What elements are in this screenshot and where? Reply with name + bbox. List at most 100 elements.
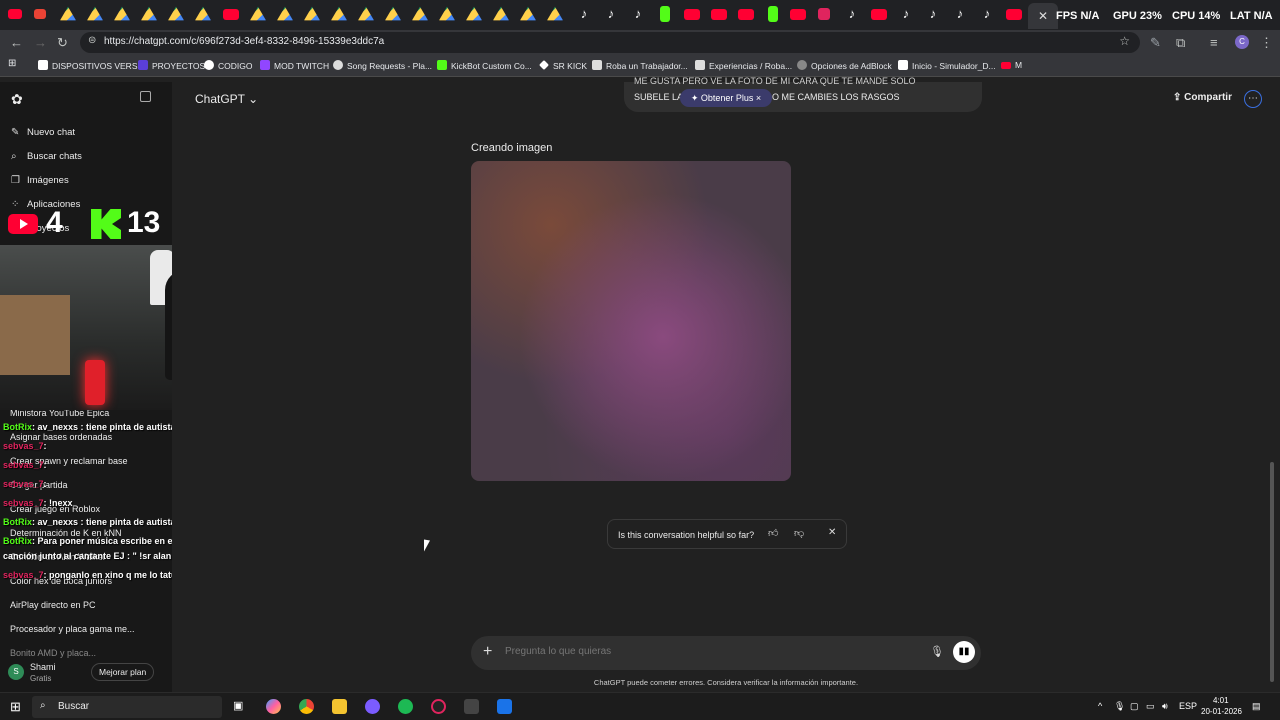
tiktok-tab-icon[interactable]: ♪ xyxy=(844,6,860,22)
more-options-icon[interactable]: ⋯ xyxy=(1244,90,1262,108)
bookmark-item[interactable]: SR KICK xyxy=(539,60,587,71)
file-explorer-icon[interactable] xyxy=(332,699,347,714)
bookmark-item[interactable]: DISPOSITIVOS VERSE xyxy=(38,60,143,71)
volume-icon[interactable]: 🔊︎ xyxy=(1162,701,1168,712)
drive-tab-icon[interactable] xyxy=(412,6,428,21)
drive-tab-icon[interactable] xyxy=(87,6,103,21)
davinci-icon[interactable] xyxy=(431,699,446,714)
bookmark-item[interactable]: Song Requests - Pla... xyxy=(333,60,432,71)
chat-history-item[interactable]: AirPlay directo en PC xyxy=(10,600,96,610)
youtube-tab-icon[interactable] xyxy=(684,9,700,20)
drive-tab-icon[interactable] xyxy=(466,6,482,21)
drive-tab-icon[interactable] xyxy=(168,6,184,21)
bookmark-item[interactable]: Inicio - Simulador_D... xyxy=(898,60,996,71)
site-info-icon[interactable]: ⊜ xyxy=(88,35,96,46)
notifications-icon[interactable]: ▤ xyxy=(1252,701,1261,712)
bookmark-item[interactable]: Experiencias / Roba... xyxy=(695,60,792,71)
get-plus-button[interactable]: ✦ Obtener Plus × xyxy=(680,89,772,107)
spotify-icon[interactable] xyxy=(398,699,413,714)
task-view-icon[interactable]: ▣ xyxy=(233,699,248,714)
gmail-tab-icon[interactable] xyxy=(34,9,46,19)
microphone-icon[interactable]: 🎙︎ xyxy=(930,645,944,658)
network-icon[interactable]: ▭ xyxy=(1146,701,1155,712)
tiktok-tab-icon[interactable]: ♪ xyxy=(576,6,592,22)
avatar[interactable]: S xyxy=(8,664,24,680)
new-chat-button[interactable]: ✎ Nuevo chat xyxy=(11,127,75,138)
bookmark-star-icon[interactable]: ☆ xyxy=(1119,34,1130,48)
bookmark-item[interactable]: M xyxy=(1001,60,1022,70)
forward-icon[interactable]: → xyxy=(34,35,47,50)
close-icon[interactable]: × xyxy=(756,93,761,103)
reading-list-icon[interactable]: ≡ xyxy=(1210,35,1218,50)
clock-time[interactable]: 4:01 xyxy=(1213,696,1229,705)
menu-dots-icon[interactable]: ⋮ xyxy=(1260,35,1273,51)
drive-tab-icon[interactable] xyxy=(385,6,401,21)
drive-tab-icon[interactable] xyxy=(141,6,157,21)
extensions-puzzle-icon[interactable]: ⧉ xyxy=(1176,35,1185,51)
bookmark-item[interactable]: CODIGO xyxy=(204,60,252,71)
plus-icon[interactable]: + xyxy=(483,643,492,661)
thumbs-down-icon[interactable]: 👎︎ xyxy=(794,527,804,539)
apps-grid-icon[interactable]: ⊞ xyxy=(8,58,16,69)
kick-tab-icon[interactable] xyxy=(660,6,670,22)
tiktok-tab-icon[interactable]: ♪ xyxy=(979,6,995,22)
youtube-tab-icon[interactable] xyxy=(738,9,754,20)
copilot-icon[interactable] xyxy=(266,699,281,714)
drive-tab-icon[interactable] xyxy=(358,6,374,21)
scrollbar[interactable] xyxy=(1270,462,1274,682)
drive-tab-icon[interactable] xyxy=(195,6,211,21)
upgrade-plan-button[interactable]: Mejorar plan xyxy=(91,663,155,681)
voice-mode-icon[interactable]: ▮▮ xyxy=(953,641,975,663)
youtube-tab-icon[interactable] xyxy=(8,9,22,19)
youtube-tab-icon[interactable] xyxy=(871,9,887,20)
recording-tab-icon[interactable] xyxy=(818,8,830,20)
toggle-sidebar-icon[interactable] xyxy=(140,91,151,102)
chevron-up-icon[interactable]: ^ xyxy=(1098,701,1102,711)
back-icon[interactable]: ← xyxy=(10,35,23,50)
model-selector[interactable]: ChatGPT ⌄ xyxy=(195,92,258,106)
drive-tab-icon[interactable] xyxy=(331,6,347,21)
close-icon[interactable]: ✕ xyxy=(828,527,836,538)
drive-tab-icon[interactable] xyxy=(60,6,76,21)
bookmark-item[interactable]: Roba un Trabajador... xyxy=(592,60,688,71)
clock-date[interactable]: 20-01-2026 xyxy=(1201,707,1242,716)
drive-tab-icon[interactable] xyxy=(304,6,320,21)
drive-tab-icon[interactable] xyxy=(250,6,266,21)
windows-start-icon[interactable]: ⊞ xyxy=(10,699,21,715)
drive-tab-icon[interactable] xyxy=(547,6,563,21)
tiktok-tab-icon[interactable]: ♪ xyxy=(630,6,646,22)
search-chats-button[interactable]: ⌕ Buscar chats xyxy=(11,151,82,162)
app-icon[interactable] xyxy=(464,699,479,714)
drive-tab-icon[interactable] xyxy=(277,6,293,21)
youtube-tab-icon[interactable] xyxy=(790,9,806,20)
openai-logo-icon[interactable]: ✿ xyxy=(11,91,23,108)
share-button[interactable]: ⇪ Compartir xyxy=(1173,92,1232,103)
tiktok-tab-icon[interactable]: ♪ xyxy=(952,6,968,22)
tiktok-tab-icon[interactable]: ♪ xyxy=(925,6,941,22)
drive-tab-icon[interactable] xyxy=(114,6,130,21)
extension-icon[interactable]: ✎ xyxy=(1150,35,1161,51)
youtube-tab-icon[interactable] xyxy=(1006,9,1022,20)
bookmark-item[interactable]: KickBot Custom Co... xyxy=(437,60,532,71)
tiktok-tab-icon[interactable]: ♪ xyxy=(603,6,619,22)
reload-icon[interactable]: ↻ xyxy=(57,35,68,51)
thumbs-up-icon[interactable]: 👍︎ xyxy=(768,527,778,539)
chrome-icon[interactable] xyxy=(299,699,314,714)
message-input[interactable] xyxy=(505,646,885,657)
profile-avatar[interactable]: C xyxy=(1235,35,1249,49)
drive-tab-icon[interactable] xyxy=(493,6,509,21)
bookmark-item[interactable]: Opciones de AdBlock xyxy=(797,60,892,71)
chat-history-item[interactable]: Bonito AMD y placa... xyxy=(10,648,96,658)
youtube-tab-icon[interactable] xyxy=(223,9,239,20)
tiktok-tab-icon[interactable]: ♪ xyxy=(898,6,914,22)
app-icon[interactable] xyxy=(497,699,512,714)
bookmark-item[interactable]: PROYECTOS xyxy=(138,60,205,71)
taskbar-search[interactable]: ⌕ Buscar xyxy=(32,696,222,718)
app-icon[interactable] xyxy=(365,699,380,714)
bookmark-item[interactable]: MOD TWITCH xyxy=(260,60,329,71)
url-field[interactable]: ⊜ https://chatgpt.com/c/696f273d-3ef4-83… xyxy=(80,32,1140,53)
drive-tab-icon[interactable] xyxy=(520,6,536,21)
youtube-tab-icon[interactable] xyxy=(711,9,727,20)
kick-tab-icon[interactable] xyxy=(768,6,778,22)
tray-app-icon[interactable]: ▢ xyxy=(1130,701,1139,712)
